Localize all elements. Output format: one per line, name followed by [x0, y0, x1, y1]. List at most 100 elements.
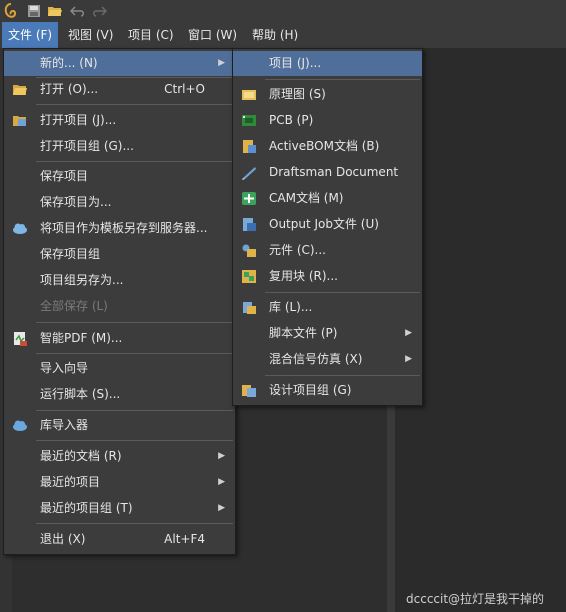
menu-item-label: 复用块 (R)...: [269, 269, 338, 283]
activebom-icon: [243, 140, 256, 153]
submenu-item-script-file[interactable]: 脚本文件 (P) ▶: [233, 321, 422, 346]
undo-icon[interactable]: [70, 3, 86, 19]
submenu-arrow-icon: ▶: [405, 328, 412, 338]
menu-item-exit[interactable]: 退出 (X) Alt+F4: [4, 527, 235, 552]
save-icon[interactable]: [26, 3, 42, 19]
cloud-icon: [13, 420, 27, 431]
menu-item-label: Output Job文件 (U): [269, 217, 379, 231]
submenu-arrow-icon: ▶: [218, 503, 225, 513]
menu-item-import-wizard[interactable]: 导入向导: [4, 356, 235, 381]
menu-item-label: 保存项目为...: [40, 195, 112, 209]
new-submenu: 项目 (J)... 原理图 (S) PCB (P) ActiveBOM文档 (B…: [232, 48, 423, 406]
submenu-arrow-icon: ▶: [218, 477, 225, 487]
library-icon: [243, 302, 256, 314]
menu-item-label: 库导入器: [40, 418, 89, 432]
menu-item-label: CAM文档 (M): [269, 191, 344, 205]
menu-bar: 文件 (F) 视图 (V) 项目 (C) 窗口 (W) 帮助 (H): [0, 22, 566, 49]
file-menu: 新的... (N) ▶ 打开 (O)... Ctrl+O 打开项目 (J)...…: [3, 48, 236, 555]
draftsman-icon: [242, 167, 256, 180]
menu-item-label: ActiveBOM文档 (B): [269, 139, 380, 153]
menu-item-save-project-as[interactable]: 保存项目为...: [4, 190, 235, 215]
shortcut-label: Alt+F4: [164, 532, 205, 546]
shortcut-label: Ctrl+O: [164, 82, 205, 96]
menu-item-recent-project-groups[interactable]: 最近的项目组 (T) ▶: [4, 496, 235, 521]
menu-item-label: 保存项目: [40, 169, 89, 183]
menu-item-library-importer[interactable]: 库导入器: [4, 413, 235, 438]
menu-divider: [36, 161, 233, 162]
menu-item-label: 脚本文件 (P): [269, 326, 338, 340]
cloud-upload-icon: [13, 223, 27, 234]
app-logo-icon: [4, 3, 17, 18]
menu-item-new[interactable]: 新的... (N) ▶: [4, 51, 235, 76]
quick-access-toolbar: [0, 0, 566, 22]
menu-divider: [36, 523, 233, 524]
menu-item-label: Draftsman Document: [269, 165, 399, 179]
menu-item-save-project-group-as[interactable]: 项目组另存为...: [4, 268, 235, 293]
menu-divider: [265, 375, 420, 376]
menu-item-label: 元件 (C)...: [269, 243, 327, 257]
menu-item-label: 最近的项目组 (T): [40, 501, 133, 515]
menu-item-save-as-template[interactable]: 将项目作为模板另存到服务器...: [4, 216, 235, 241]
smart-pdf-icon: [14, 332, 27, 346]
submenu-arrow-icon: ▶: [405, 354, 412, 364]
submenu-item-mixed-sim[interactable]: 混合信号仿真 (X) ▶: [233, 347, 422, 372]
menu-item-recent-projects[interactable]: 最近的项目 ▶: [4, 470, 235, 495]
open-folder-icon[interactable]: [47, 3, 63, 19]
redo-icon[interactable]: [91, 3, 107, 19]
menu-help[interactable]: 帮助 (H): [246, 22, 304, 48]
menu-item-label: 最近的文档 (R): [40, 449, 122, 463]
submenu-item-component[interactable]: 元件 (C)...: [233, 238, 422, 263]
menu-item-save-project[interactable]: 保存项目: [4, 164, 235, 189]
menu-project[interactable]: 项目 (C): [122, 22, 180, 48]
menu-item-save-project-group[interactable]: 保存项目组: [4, 242, 235, 267]
open-folder-icon: [13, 85, 27, 95]
submenu-arrow-icon: ▶: [218, 58, 225, 68]
submenu-item-pcb[interactable]: PCB (P): [233, 108, 422, 133]
submenu-item-reuse-block[interactable]: 复用块 (R)...: [233, 264, 422, 289]
submenu-item-project[interactable]: 项目 (J)...: [233, 51, 422, 76]
project-group-icon: [242, 385, 256, 397]
submenu-item-activebom[interactable]: ActiveBOM文档 (B): [233, 134, 422, 159]
watermark-text: dccccit@拉灯是我干掉的: [406, 592, 545, 606]
menu-item-label: 打开项目组 (G)...: [40, 139, 134, 153]
menu-item-label: PCB (P): [269, 113, 314, 127]
menu-item-label: 项目 (J)...: [269, 56, 322, 70]
submenu-arrow-icon: ▶: [218, 451, 225, 461]
cam-icon: [242, 192, 256, 205]
submenu-item-draftsman[interactable]: Draftsman Document: [233, 160, 422, 185]
menu-item-open-project-group[interactable]: 打开项目组 (G)...: [4, 134, 235, 159]
menu-item-label: 原理图 (S): [269, 87, 326, 101]
submenu-item-design-project-group[interactable]: 设计项目组 (G): [233, 378, 422, 403]
menu-item-open[interactable]: 打开 (O)... Ctrl+O: [4, 77, 235, 102]
reuse-block-icon: [242, 270, 256, 283]
menu-item-smart-pdf[interactable]: 智能PDF (M)...: [4, 326, 235, 351]
menu-divider: [36, 440, 233, 441]
menu-divider: [36, 410, 233, 411]
submenu-item-cam[interactable]: CAM文档 (M): [233, 186, 422, 211]
menu-item-save-all[interactable]: 全部保存 (L): [4, 294, 235, 319]
menu-view[interactable]: 视图 (V): [62, 22, 119, 48]
menu-item-label: 最近的项目: [40, 475, 101, 489]
menu-divider: [36, 353, 233, 354]
submenu-item-schematic[interactable]: 原理图 (S): [233, 82, 422, 107]
menu-item-recent-documents[interactable]: 最近的文档 (R) ▶: [4, 444, 235, 469]
menu-item-label: 退出 (X): [40, 532, 86, 546]
menu-item-label: 打开项目 (J)...: [40, 113, 117, 127]
open-project-icon: [13, 116, 26, 126]
menu-item-label: 混合信号仿真 (X): [269, 352, 363, 366]
menu-item-label: 智能PDF (M)...: [40, 331, 123, 345]
schematic-icon: [242, 90, 256, 100]
submenu-item-output-job[interactable]: Output Job文件 (U): [233, 212, 422, 237]
menu-item-label: 打开 (O)...: [40, 82, 99, 96]
menu-window[interactable]: 窗口 (W): [182, 22, 243, 48]
menu-file[interactable]: 文件 (F): [2, 22, 59, 48]
menu-item-label: 库 (L)...: [269, 300, 313, 314]
menu-divider: [36, 322, 233, 323]
menu-item-open-project[interactable]: 打开项目 (J)...: [4, 108, 235, 133]
menu-item-label: 运行脚本 (S)...: [40, 387, 121, 401]
pcb-icon: [242, 115, 256, 126]
submenu-item-library[interactable]: 库 (L)...: [233, 295, 422, 320]
menu-item-run-script[interactable]: 运行脚本 (S)...: [4, 382, 235, 407]
menu-divider: [36, 104, 233, 105]
menu-item-label: 设计项目组 (G): [269, 383, 352, 397]
